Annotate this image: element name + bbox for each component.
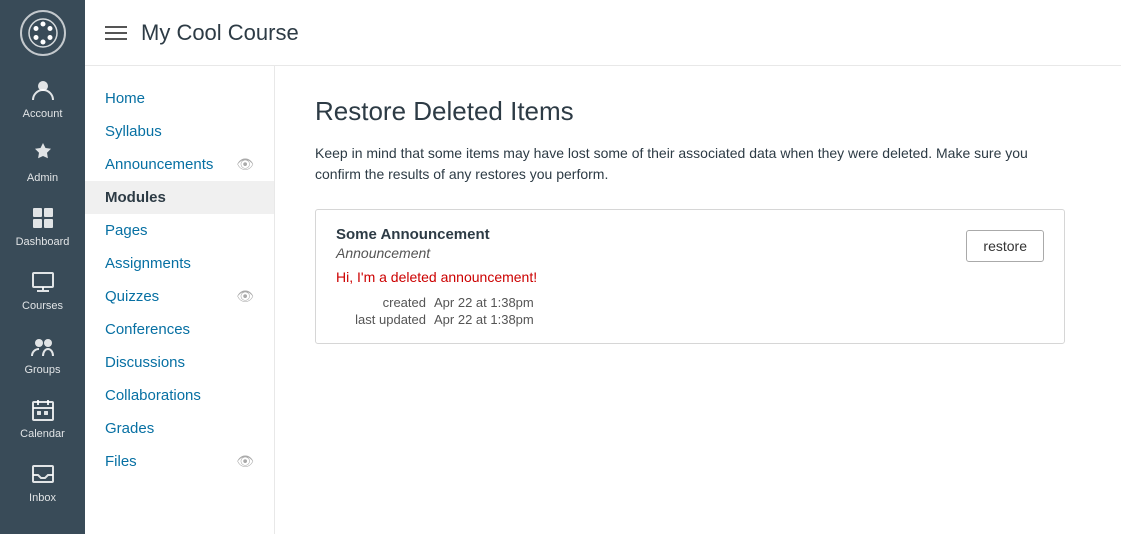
- restore-item: Some Announcement Announcement Hi, I'm a…: [315, 209, 1065, 344]
- inbox-icon: [29, 460, 57, 488]
- nav-label-inbox: Inbox: [29, 492, 56, 504]
- announcements-visibility-icon: 👁: [236, 156, 254, 173]
- nav-item-dashboard[interactable]: Dashboard: [0, 194, 85, 258]
- last-updated-value: Apr 22 at 1:38pm: [434, 312, 946, 327]
- nav-modules[interactable]: Modules: [85, 181, 274, 214]
- main-area: My Cool Course Home Syllabus Announcemen…: [85, 0, 1121, 534]
- item-meta: created Apr 22 at 1:38pm last updated Ap…: [336, 295, 946, 327]
- nav-item-courses[interactable]: Courses: [0, 258, 85, 322]
- nav-quizzes[interactable]: Quizzes 👁: [85, 280, 274, 313]
- account-icon: [29, 76, 57, 104]
- item-title: Some Announcement: [336, 226, 946, 243]
- item-type: Announcement: [336, 245, 946, 261]
- courses-icon: [29, 268, 57, 296]
- nav-collaborations[interactable]: Collaborations: [85, 379, 274, 412]
- created-value: Apr 22 at 1:38pm: [434, 295, 946, 310]
- content-area: Home Syllabus Announcements 👁 Modules Pa…: [85, 66, 1121, 534]
- nav-item-admin[interactable]: Admin: [0, 130, 85, 194]
- nav-item-account[interactable]: Account: [0, 66, 85, 130]
- logo[interactable]: [0, 0, 85, 66]
- page-content: Restore Deleted Items Keep in mind that …: [275, 66, 1121, 534]
- course-title: My Cool Course: [141, 20, 299, 46]
- dashboard-icon: [29, 204, 57, 232]
- nav-label-calendar: Calendar: [20, 428, 65, 440]
- files-visibility-icon: 👁: [236, 453, 254, 470]
- restore-button[interactable]: restore: [966, 230, 1044, 262]
- nav-announcements[interactable]: Announcements 👁: [85, 148, 274, 181]
- course-nav: Home Syllabus Announcements 👁 Modules Pa…: [85, 66, 275, 534]
- nav-pages[interactable]: Pages: [85, 214, 274, 247]
- nav-label-admin: Admin: [27, 172, 58, 184]
- nav-assignments[interactable]: Assignments: [85, 247, 274, 280]
- nav-item-calendar[interactable]: Calendar: [0, 386, 85, 450]
- nav-label-dashboard: Dashboard: [16, 236, 70, 248]
- created-label: created: [336, 295, 426, 310]
- page-title: Restore Deleted Items: [315, 96, 1081, 127]
- nav-grades[interactable]: Grades: [85, 412, 274, 445]
- nav-syllabus[interactable]: Syllabus: [85, 115, 274, 148]
- nav-item-inbox[interactable]: Inbox: [0, 450, 85, 514]
- quizzes-visibility-icon: 👁: [236, 288, 254, 305]
- hamburger-button[interactable]: [105, 26, 127, 40]
- nav-home[interactable]: Home: [85, 82, 274, 115]
- nav-conferences[interactable]: Conferences: [85, 313, 274, 346]
- admin-icon: [29, 140, 57, 168]
- calendar-icon: [29, 396, 57, 424]
- top-header: My Cool Course: [85, 0, 1121, 66]
- groups-icon: [29, 332, 57, 360]
- nav-label-groups: Groups: [24, 364, 60, 376]
- last-updated-label: last updated: [336, 312, 426, 327]
- page-description: Keep in mind that some items may have lo…: [315, 143, 1065, 185]
- nav-label-courses: Courses: [22, 300, 63, 312]
- nav-files[interactable]: Files 👁: [85, 445, 274, 478]
- global-nav: Account Admin Dashboard: [0, 0, 85, 534]
- nav-discussions[interactable]: Discussions: [85, 346, 274, 379]
- nav-item-groups[interactable]: Groups: [0, 322, 85, 386]
- item-preview: Hi, I'm a deleted announcement!: [336, 269, 946, 285]
- nav-label-account: Account: [23, 108, 63, 120]
- restore-item-info: Some Announcement Announcement Hi, I'm a…: [336, 226, 946, 327]
